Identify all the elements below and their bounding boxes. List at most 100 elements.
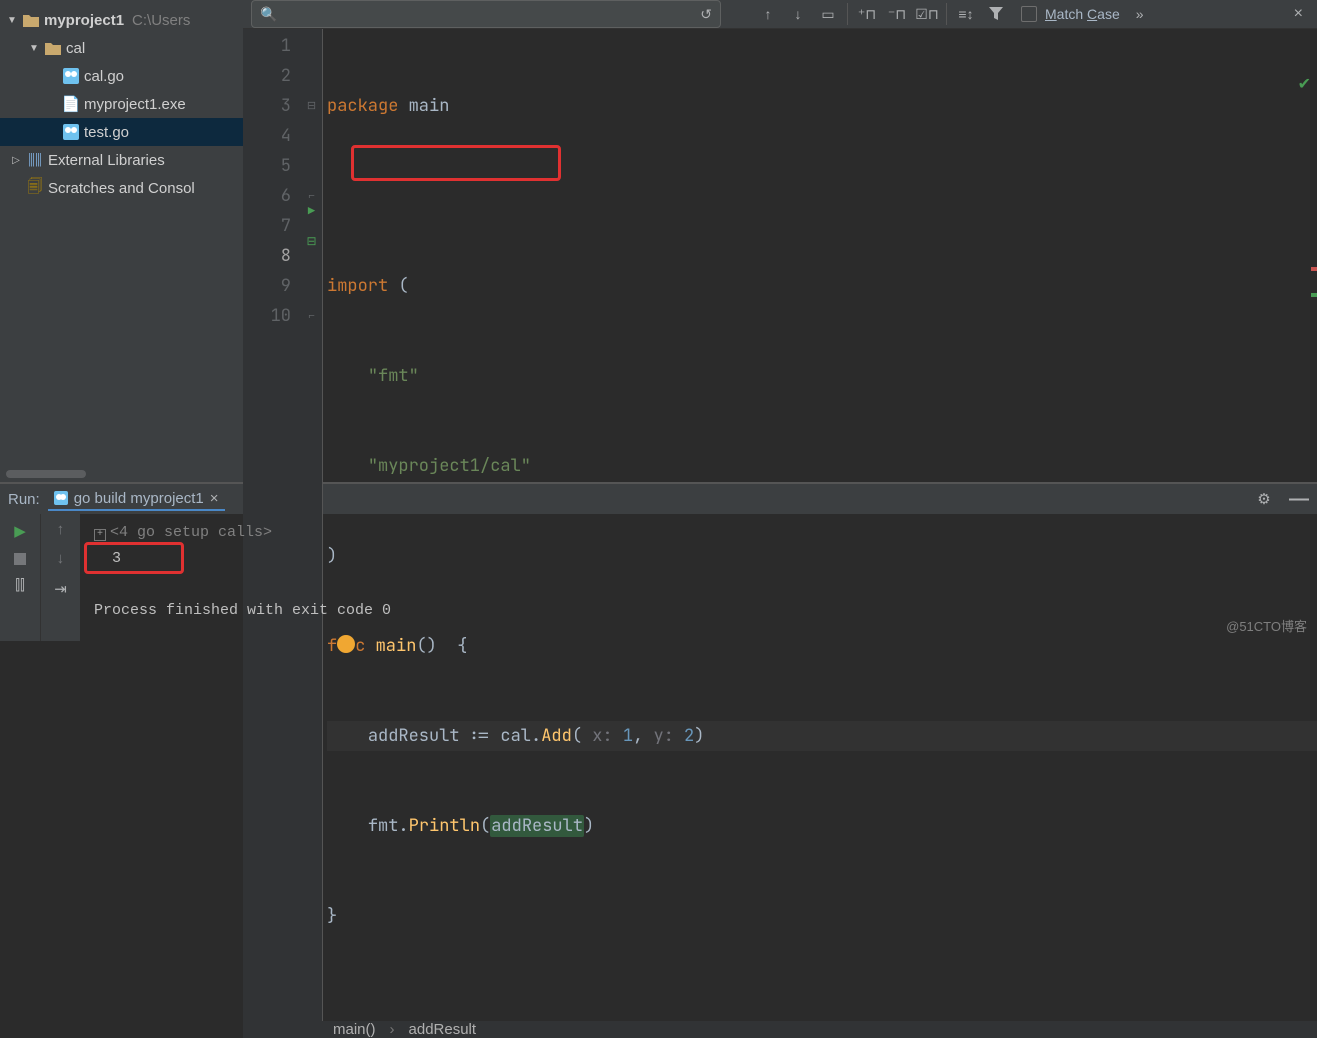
layout-icon[interactable]: ⫿⫿ [15,577,25,595]
fold-icon[interactable]: + [94,529,106,541]
project-tree[interactable]: ▼ myproject1 C:\Users ▼ cal cal.go 📄 myp… [0,0,243,482]
match-case-checkbox[interactable]: Match Case [1021,6,1120,22]
fold-icon[interactable]: ⊟ [301,91,322,121]
select-occurrences-icon[interactable]: ☑⊓ [916,3,938,25]
output-text: 3 [112,550,121,567]
line-number: 5 [243,151,291,181]
folder-icon [44,39,62,57]
folder-label: cal [66,40,85,57]
search-box[interactable]: 🔍 ↺ [251,0,721,28]
go-file-icon [62,67,80,85]
tree-scratches[interactable]: ▷ 🗐 Scratches and Consol [0,174,243,202]
run-toolbar-2: ↑ ↓ ⇥ [40,514,80,641]
remove-selection-icon[interactable]: ⁻⊓ [886,3,908,25]
code-number: 2 [674,725,694,747]
code-param: x: [592,725,612,747]
expand-icon[interactable]: ▼ [6,15,18,26]
code-param: y: [653,725,673,747]
output-line: +<4 go setup calls> [94,520,1303,546]
code-identifier: addResult [490,815,584,837]
annotation-highlight [351,145,561,181]
code-text: ) [584,815,594,837]
error-stripe[interactable] [1311,267,1317,271]
tree-project-root[interactable]: ▼ myproject1 C:\Users [0,6,243,34]
run-gutter-icon[interactable]: ▶ ⊟ [301,211,322,241]
watermark: @51CTO博客 [1226,616,1307,635]
tree-file-exe[interactable]: 📄 myproject1.exe [0,90,243,118]
prev-occurrence-icon[interactable]: ↑ [757,3,779,25]
go-file-icon [62,123,80,141]
close-icon[interactable]: × [1288,5,1309,23]
libraries-icon: ⫼⫼ [26,151,44,169]
separator [847,3,848,25]
code-text: } [327,905,337,927]
breadcrumb-item[interactable]: main() [333,1021,376,1038]
code-text: addResult := cal. [368,725,541,747]
code-text: main [398,95,449,117]
expand-icon[interactable]: ▷ [10,155,22,166]
run-output[interactable]: +<4 go setup calls> 3 Process finished w… [80,514,1317,641]
file-label: cal.go [84,68,124,85]
line-number: 4 [243,121,291,151]
next-occurrence-icon[interactable]: ↓ [787,3,809,25]
exe-file-icon: 📄 [62,95,80,113]
code-string: "fmt" [368,365,419,387]
rerun-icon[interactable]: ▶ [14,522,26,541]
project-path: C:\Users [132,12,190,29]
scratches-icon: 🗐 [26,179,44,197]
line-number: 9 [243,271,291,301]
line-number: 6 [243,181,291,211]
filter-icon[interactable] [985,3,1007,25]
run-tab[interactable]: go build myproject1 × [48,488,225,511]
up-icon[interactable]: ↑ [56,522,65,539]
output-line: Process finished with exit code 0 [94,598,1303,624]
file-label: myproject1.exe [84,96,186,113]
ok-stripe[interactable] [1311,293,1317,297]
code-editor: 🔍 ↺ ↑ ↓ ▭ ⁺⊓ ⁻⊓ ☑⊓ ≡↕ Match Case » × [243,0,1317,482]
code-text: fmt. [368,815,409,837]
code-function: Add [541,725,572,747]
fold-end-icon[interactable]: ⌐ [301,301,322,331]
tree-scrollbar[interactable] [6,470,86,478]
line-number: 10 [243,301,291,331]
search-input[interactable] [283,6,694,22]
select-all-icon[interactable]: ▭ [817,3,839,25]
breadcrumb-bar: main() › addResult [243,1021,1317,1038]
tree-file-testgo[interactable]: test.go [0,118,243,146]
expand-icon[interactable]: ▼ [28,43,40,54]
code-text: , [633,725,653,747]
tree-label: External Libraries [48,152,165,169]
close-icon[interactable]: × [210,490,219,507]
tree-file-calgo[interactable]: cal.go [0,62,243,90]
line-number: 2 [243,61,291,91]
checkbox-icon[interactable] [1021,6,1037,22]
go-file-icon [54,491,68,505]
code-text: ( [572,725,592,747]
tree-folder-cal[interactable]: ▼ cal [0,34,243,62]
tree-label: Scratches and Consol [48,180,195,197]
chevron-right-icon: › [390,1021,395,1038]
down-icon[interactable]: ↓ [56,551,65,568]
add-selection-icon[interactable]: ⁺⊓ [856,3,878,25]
run-label: Run: [8,491,40,508]
project-name: myproject1 [44,12,124,29]
settings-icon[interactable]: ≡↕ [955,3,977,25]
line-number: 1 [243,31,291,61]
stop-icon[interactable] [14,553,26,565]
code-text: ( [480,815,490,837]
match-case-label: Match Case [1045,6,1120,22]
inspection-ok-icon[interactable]: ✔ [1298,69,1311,99]
run-toolbar-left: ▶ ⫿⫿ [0,514,40,641]
find-toolbar: 🔍 ↺ ↑ ↓ ▭ ⁺⊓ ⁻⊓ ☑⊓ ≡↕ Match Case » × [243,0,1317,29]
code-text: ) [694,725,704,747]
code-keyword: import [327,275,388,297]
breadcrumb-item[interactable]: addResult [409,1021,477,1038]
line-number: 3 [243,91,291,121]
more-icon[interactable]: » [1136,6,1144,22]
code-number: 1 [613,725,633,747]
export-icon[interactable]: ⇥ [54,580,67,599]
history-icon[interactable]: ↺ [700,6,712,23]
tree-external-libraries[interactable]: ▷ ⫼⫼ External Libraries [0,146,243,174]
run-tab-label: go build myproject1 [74,490,204,507]
line-number: 7 [243,211,291,241]
